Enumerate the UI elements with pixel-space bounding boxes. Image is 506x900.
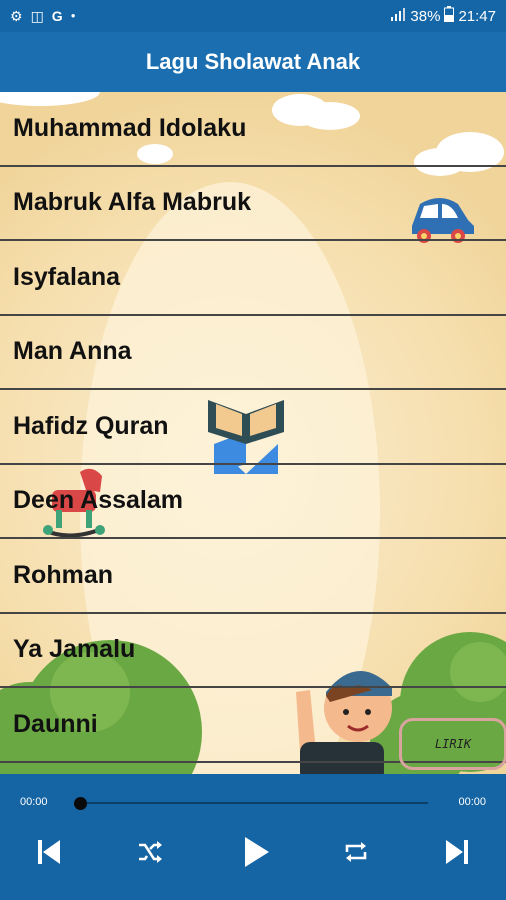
app-title: Lagu Sholawat Anak	[145, 49, 361, 74]
dot-icon: ●	[70, 11, 76, 20]
media-player: 00:00 00:00	[0, 774, 506, 900]
song-list-area[interactable]: Muhammad Idolaku Mabruk Alfa Mabruk Isyf…	[0, 92, 506, 774]
seek-thumb[interactable]	[74, 797, 87, 810]
skip-next-button[interactable]	[436, 832, 480, 872]
song-item[interactable]: Rohman	[0, 539, 506, 614]
status-left-icons: ⚙ ◫ G ●	[10, 9, 76, 23]
song-title: Mabruk Alfa Mabruk	[13, 188, 252, 217]
song-item[interactable]: Mabruk Alfa Mabruk	[0, 167, 506, 241]
lirik-button[interactable]: LIRIK	[399, 718, 506, 770]
play-button[interactable]	[234, 832, 278, 872]
song-item[interactable]: Isyfalana	[0, 241, 506, 316]
song-title: Deen Assalam	[13, 486, 183, 515]
song-title: Daunni	[13, 709, 98, 738]
lirik-label: LIRIK	[434, 737, 472, 751]
battery-icon	[444, 6, 455, 26]
song-item[interactable]: Hafidz Quran	[0, 390, 506, 465]
song-item[interactable]: Ya Jamalu	[0, 614, 506, 688]
song-title: Isyfalana	[13, 262, 121, 291]
song-title: Man Anna	[13, 337, 132, 366]
song-title: Ya Jamalu	[13, 635, 136, 664]
song-title: Rohman	[13, 560, 113, 589]
shuffle-button[interactable]	[128, 832, 172, 872]
skip-next-icon	[446, 840, 468, 864]
skip-previous-button[interactable]	[26, 832, 70, 872]
repeat-icon	[345, 842, 367, 862]
song-item[interactable]: Muhammad Idolaku	[0, 92, 506, 167]
song-item[interactable]: Deen Assalam	[0, 465, 506, 539]
shuffle-icon	[139, 841, 162, 863]
song-list: Muhammad Idolaku Mabruk Alfa Mabruk Isyf…	[0, 92, 506, 763]
song-item[interactable]: Man Anna	[0, 316, 506, 390]
play-icon	[245, 837, 269, 867]
seek-bar[interactable]	[78, 802, 428, 804]
time-total: 00:00	[458, 796, 486, 808]
time-elapsed: 00:00	[20, 796, 48, 808]
song-title: Hafidz Quran	[13, 411, 169, 440]
google-icon: G	[51, 8, 63, 24]
status-bar: ⚙ ◫ G ● 38% 21:47	[0, 0, 506, 32]
app-bar: Lagu Sholawat Anak	[0, 32, 506, 92]
settings-icon: ⚙	[10, 8, 23, 24]
app-icon: ◫	[30, 8, 44, 24]
battery-percent: 38%	[410, 7, 441, 25]
repeat-button[interactable]	[334, 832, 378, 872]
clock: 21:47	[458, 7, 496, 25]
song-title: Muhammad Idolaku	[13, 113, 247, 142]
signal-icon	[390, 7, 406, 25]
skip-previous-icon	[38, 840, 60, 864]
status-right: 38% 21:47	[390, 6, 496, 26]
